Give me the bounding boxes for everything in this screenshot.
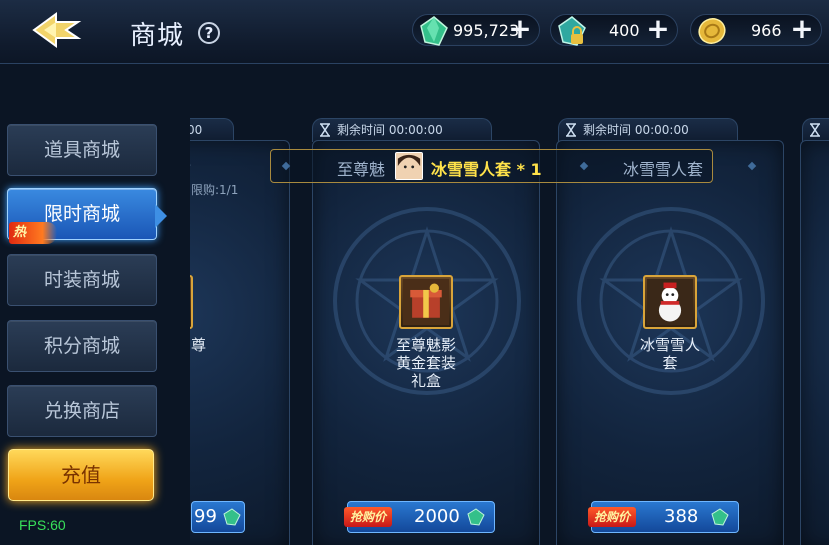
locked-green-gem-icon — [558, 16, 586, 46]
item-icon[interactable] — [190, 275, 193, 329]
price-button[interactable]: 99 — [191, 501, 245, 533]
menu-item-exchange-shop[interactable]: 兑换商店 — [7, 385, 157, 437]
card-purchase-limit: 限购:1/1 — [191, 183, 239, 197]
currency-gold-value: 966 — [751, 21, 782, 40]
currency-bound-diamond-value: 400 — [609, 21, 640, 40]
price-button[interactable]: 抢购价 2000 — [344, 501, 495, 533]
item-label: 至尊魅影 黄金套装 礼盒 — [313, 336, 539, 390]
menu-item-points-shop[interactable]: 积分商城 — [7, 320, 157, 372]
add-gold-button[interactable]: + — [789, 15, 815, 44]
menu-item-props-shop[interactable]: 道具商城 — [7, 124, 157, 176]
player-avatar-icon — [395, 152, 423, 180]
product-card[interactable]: 至尊魅影 黄金套装 礼盒 抢购价 2000 — [312, 140, 540, 545]
price-button[interactable]: 抢购价 388 — [588, 501, 739, 533]
gift-box-icon[interactable] — [399, 275, 453, 329]
item-label-line: 至尊魅影 — [395, 336, 456, 354]
recharge-button[interactable]: 充值 — [8, 449, 154, 501]
snowman-icon[interactable] — [643, 275, 697, 329]
notice-highlight-text: 冰雪雪人套 * 1 — [431, 160, 542, 179]
gold-coin-icon — [698, 18, 726, 44]
top-bar: 商城 ? 995,723 + 400 + 966 + — [0, 0, 829, 64]
product-card[interactable]: 冰雪雪人 套 抢购价 388 — [556, 140, 784, 545]
price-value: 2000 — [414, 506, 460, 527]
hourglass-icon — [320, 123, 330, 137]
item-label-line: 冰雪雪人 — [639, 336, 700, 354]
hourglass-icon — [810, 123, 820, 137]
green-gem-icon — [711, 508, 729, 526]
page-title: 商城 — [130, 21, 185, 51]
green-gem-icon — [420, 16, 448, 46]
green-gem-icon — [223, 508, 241, 526]
fps-counter: FPS:60 — [19, 517, 66, 533]
item-label-line: 黄金套装 — [395, 354, 456, 372]
active-menu-pointer — [155, 204, 167, 228]
product-card[interactable]: 尊卡 限购:1/1 尊 99 — [190, 140, 290, 545]
card-timer-tab — [802, 118, 829, 142]
notice-right-text: 冰雪雪人套 — [623, 160, 704, 179]
item-label: 尊 — [191, 336, 207, 354]
notice-left-text: 至尊魅 — [337, 160, 386, 179]
item-label: 冰雪雪人 套 — [557, 336, 783, 372]
back-arrow-icon[interactable] — [26, 8, 86, 52]
price-value: 99 — [194, 506, 217, 527]
card-timer-tab: 剩余时间 00:00:00 — [558, 118, 738, 142]
product-card[interactable] — [800, 140, 829, 545]
question-circle-icon[interactable]: ? — [198, 22, 220, 44]
card-timer-tab: 剩余时间 00:00:00 — [312, 118, 492, 142]
card-timer-text: 剩余时间 00:00:00 — [337, 123, 443, 137]
flash-price-tag: 抢购价 — [344, 507, 393, 527]
green-gem-icon — [467, 508, 485, 526]
currency-gold: 966 + — [690, 14, 822, 46]
card-name: 尊卡 — [190, 153, 191, 177]
item-label-line: 套 — [662, 354, 678, 372]
card-timer-text: 剩余时间 00:00:00 — [583, 123, 689, 137]
flash-price-tag: 抢购价 — [588, 507, 637, 527]
price-value: 388 — [664, 506, 699, 527]
menu-item-fashion-shop[interactable]: 时装商城 — [7, 254, 157, 306]
currency-bound-diamond: 400 + — [550, 14, 678, 46]
notice-dot — [281, 161, 291, 171]
add-diamond-button[interactable]: + — [507, 15, 533, 44]
notice-dot — [579, 161, 589, 171]
hot-badge: 热 — [9, 222, 57, 244]
currency-diamond: 995,723 + — [412, 14, 540, 46]
purchase-notice-banner: 至尊魅 冰雪雪人套 * 1 冰雪雪人套 — [270, 149, 757, 183]
hourglass-icon — [566, 123, 576, 137]
item-label-line: 礼盒 — [410, 372, 441, 390]
card-timer-text: :00 — [190, 123, 203, 137]
card-timer-tab: :00 — [190, 118, 234, 142]
add-bound-diamond-button[interactable]: + — [645, 15, 671, 44]
